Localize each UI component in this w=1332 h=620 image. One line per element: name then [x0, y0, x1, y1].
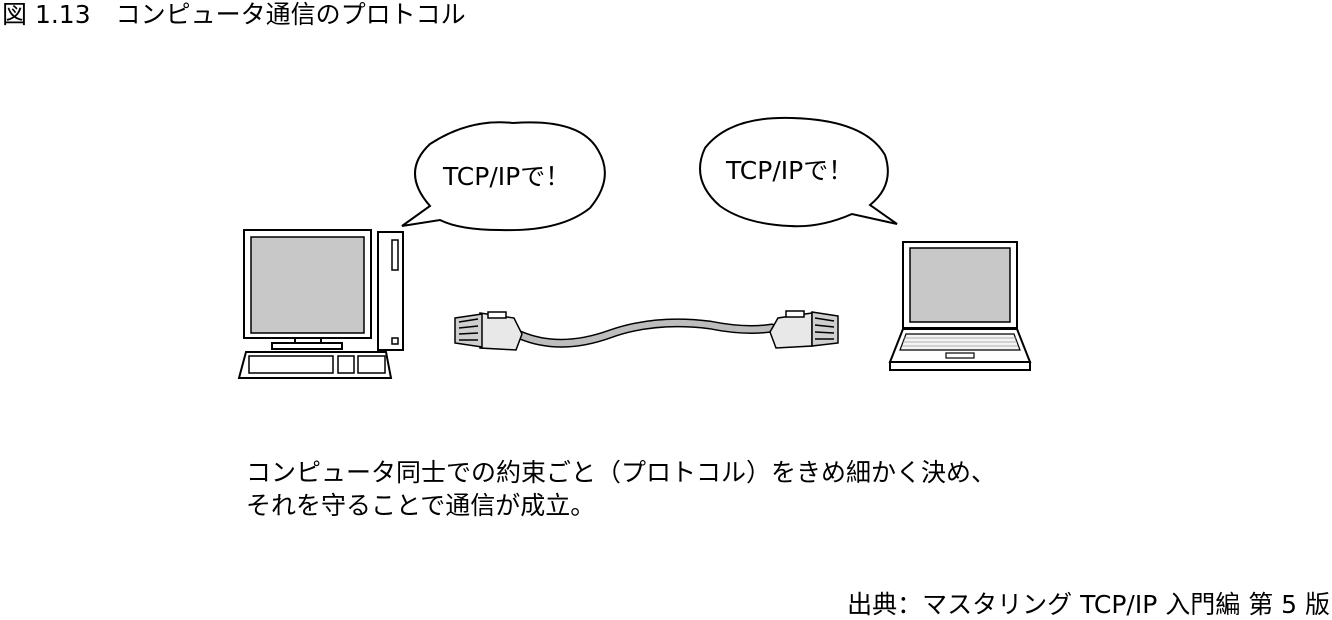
- bubble-left-text: TCP/IPで！: [443, 162, 571, 191]
- bubble-right-text: TCP/IPで！: [726, 156, 854, 185]
- cable-connector-right: [769, 310, 839, 349]
- protocol-diagram: [237, 116, 1032, 379]
- laptop-computer-icon: [888, 241, 1032, 371]
- cable-connector-left: [454, 311, 523, 351]
- desktop-computer-icon: [237, 229, 404, 379]
- caption-line-2: それを守ることで通信が成立。: [246, 491, 596, 520]
- figure-caption: コンピュータ同士での約束ごと（プロトコル）をきめ細かく決め、 それを守ることで通…: [246, 456, 996, 522]
- lan-cable-icon: [454, 310, 839, 351]
- caption-line-1: コンピュータ同士での約束ごと（プロトコル）をきめ細かく決め、: [246, 458, 997, 487]
- figure-source: 出典：マスタリング TCP/IP 入門編 第 5 版: [847, 590, 1330, 619]
